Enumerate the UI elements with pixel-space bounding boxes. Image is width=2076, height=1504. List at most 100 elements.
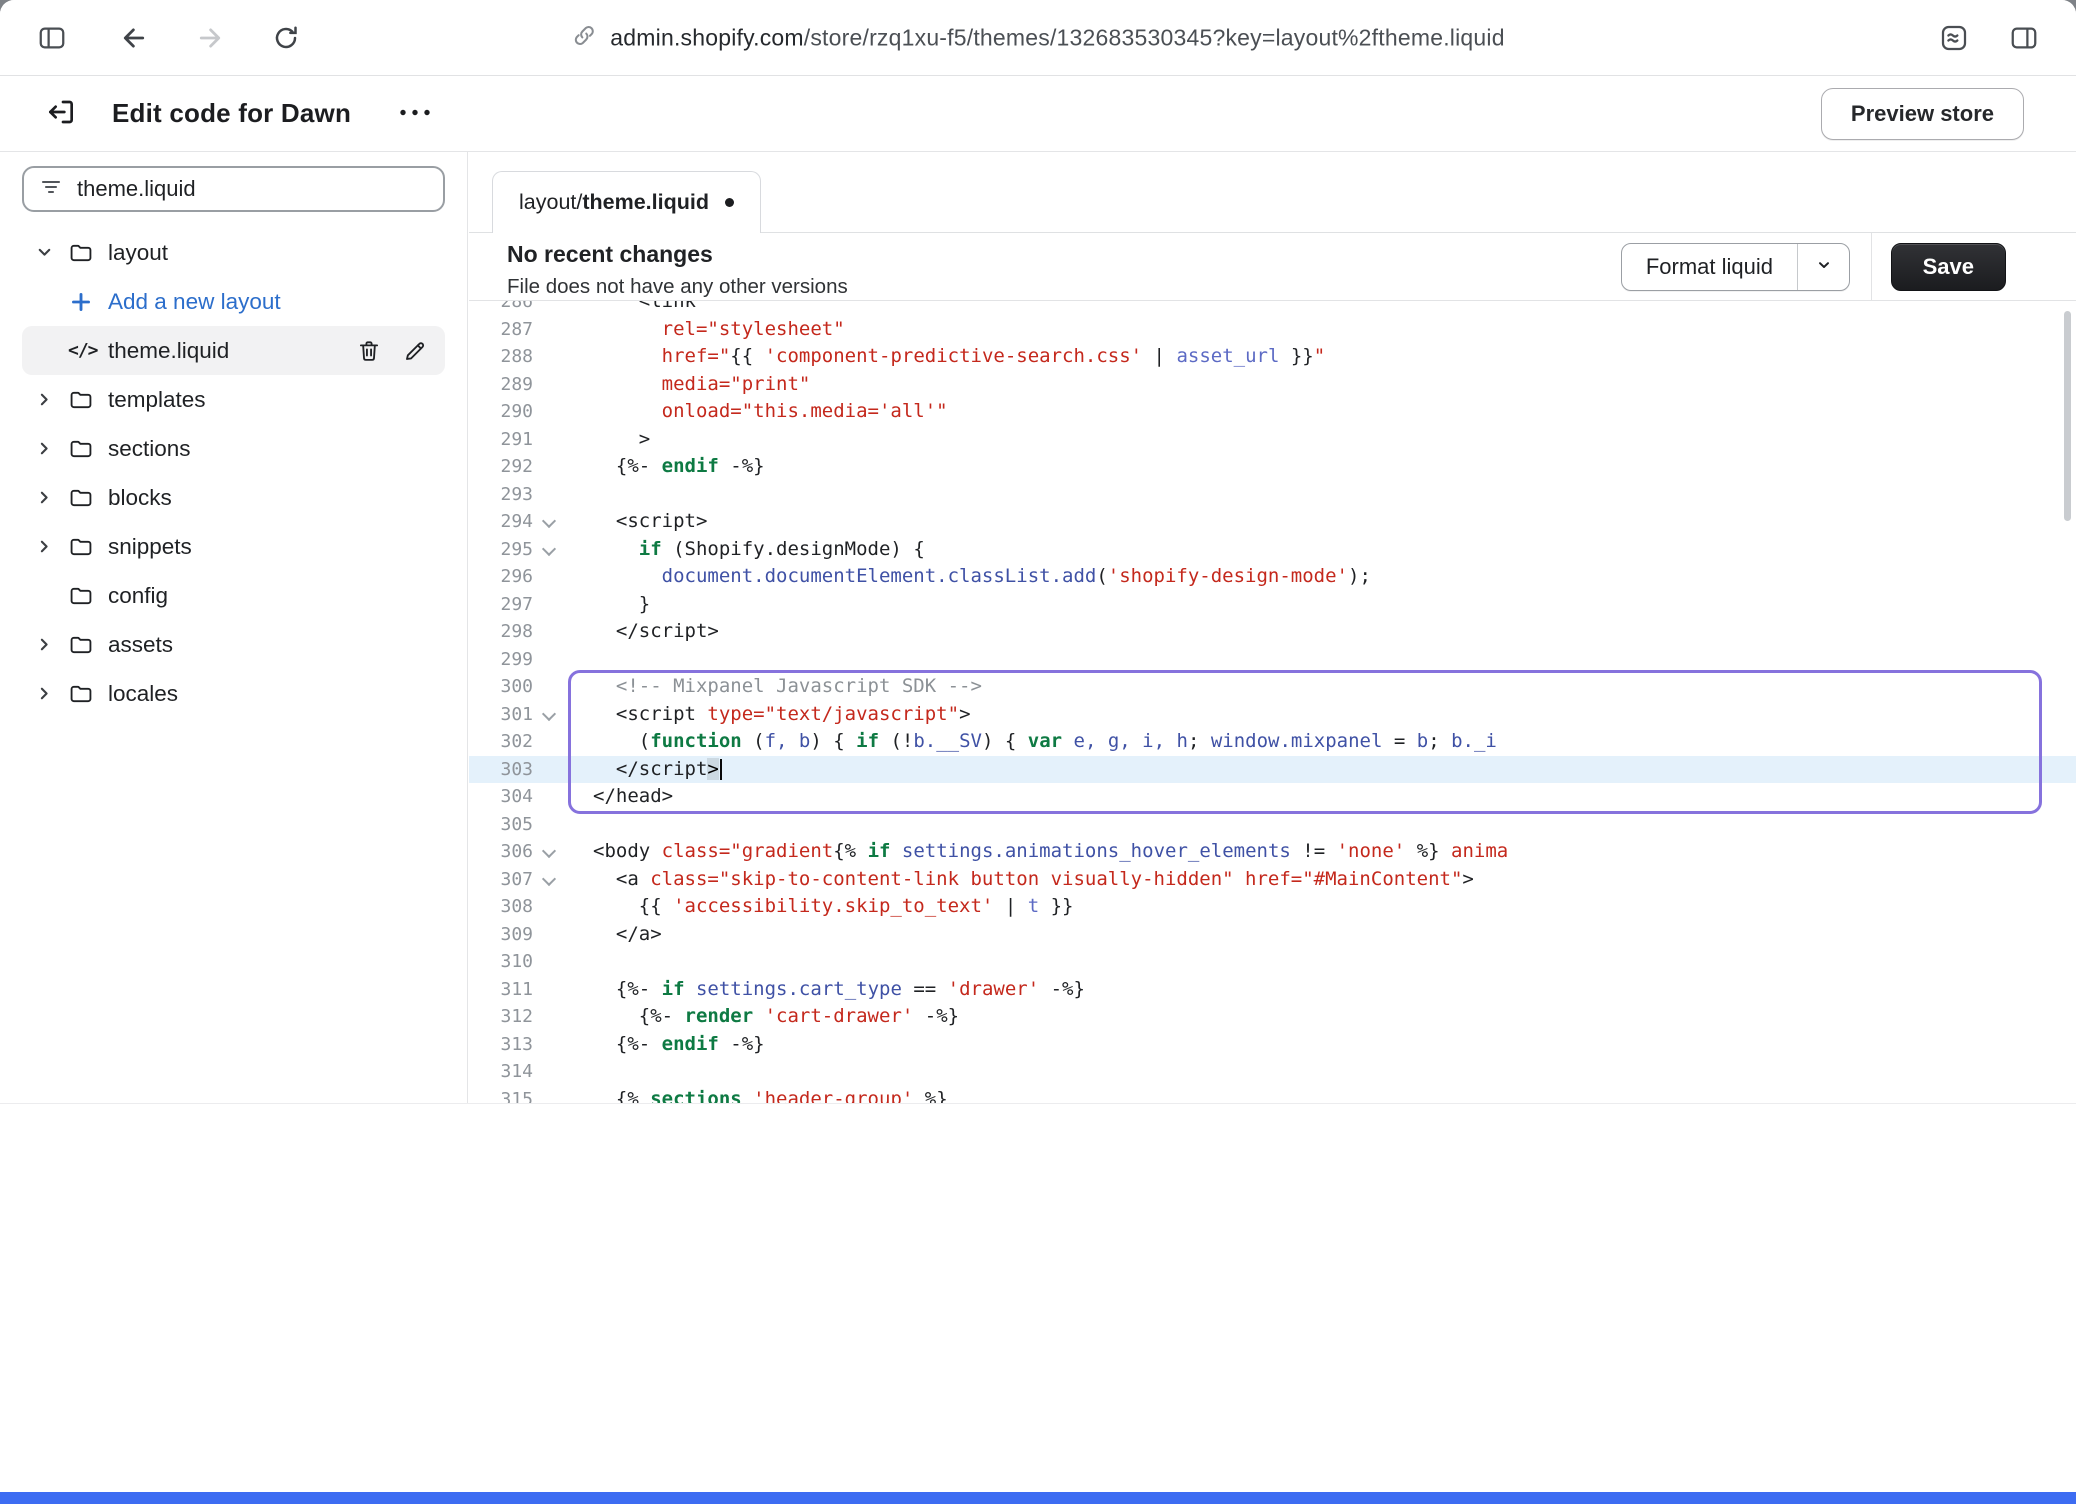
code-line-311[interactable]: 311 {%- if settings.cart_type == 'drawer…: [469, 976, 2076, 1004]
split-view-icon[interactable]: [2006, 20, 2042, 56]
delete-file-button[interactable]: [355, 337, 383, 365]
code-line-300[interactable]: 300 <!-- Mixpanel Javascript SDK -->: [469, 673, 2076, 701]
code-line-302[interactable]: 302 (function (f, b) { if (!b.__SV) { va…: [469, 728, 2076, 756]
sidebar-item-blocks[interactable]: blocks: [22, 473, 445, 522]
fold-spacer: [533, 1031, 567, 1059]
sidebar-item-label: sections: [108, 436, 191, 462]
line-number: 302: [469, 728, 533, 756]
fold-spacer: [533, 646, 567, 674]
tab-layout-theme-liquid[interactable]: layout/theme.liquid: [492, 171, 761, 233]
code-line-306[interactable]: 306<body class="gradient{% if settings.a…: [469, 838, 2076, 866]
line-number: 306: [469, 838, 533, 866]
code-line-293[interactable]: 293: [469, 481, 2076, 509]
status-subtitle: File does not have any other versions: [507, 275, 848, 299]
toolbar-separator: [1871, 233, 1872, 301]
fold-chevron-icon[interactable]: [533, 701, 567, 729]
fold-spacer: [533, 618, 567, 646]
code-line-310[interactable]: 310: [469, 948, 2076, 976]
code-editor[interactable]: 286 <link287 rel="stylesheet"288 href="{…: [469, 301, 2076, 1103]
code-line-309[interactable]: 309 </a>: [469, 921, 2076, 949]
code-text: {%- render 'cart-drawer' -%}: [567, 1003, 2076, 1031]
sidebar-item-assets[interactable]: assets: [22, 620, 445, 669]
code-line-290[interactable]: 290 onload="this.media='all'": [469, 398, 2076, 426]
code-text: </head>: [567, 783, 2076, 811]
code-line-314[interactable]: 314: [469, 1058, 2076, 1086]
code-line-295[interactable]: 295 if (Shopify.designMode) {: [469, 536, 2076, 564]
save-button[interactable]: Save: [1891, 243, 2006, 291]
chevron-right-icon[interactable]: [34, 388, 68, 412]
code-line-286[interactable]: 286 <link: [469, 301, 2076, 316]
chevron-right-icon[interactable]: [34, 633, 68, 657]
code-line-299[interactable]: 299: [469, 646, 2076, 674]
code-line-307[interactable]: 307 <a class="skip-to-content-link butto…: [469, 866, 2076, 894]
chevron-right-icon[interactable]: [34, 682, 68, 706]
line-number: 305: [469, 811, 533, 839]
chevron-spacer: [34, 584, 68, 608]
sidebar-item-sections[interactable]: sections: [22, 424, 445, 473]
back-icon[interactable]: [116, 20, 152, 56]
line-number: 296: [469, 563, 533, 591]
sidebar-item-layout[interactable]: layout: [22, 228, 445, 277]
code-text: </script>: [567, 756, 2076, 784]
folder-icon: [68, 436, 108, 462]
extensions-icon[interactable]: [1936, 20, 1972, 56]
reload-icon[interactable]: [268, 20, 304, 56]
rename-file-button[interactable]: [401, 337, 429, 365]
file-search-box[interactable]: [22, 166, 445, 212]
search-input[interactable]: [77, 176, 428, 202]
fold-chevron-icon[interactable]: [533, 866, 567, 894]
chevron-right-icon[interactable]: [34, 437, 68, 461]
code-line-297[interactable]: 297 }: [469, 591, 2076, 619]
fold-spacer: [533, 371, 567, 399]
code-line-305[interactable]: 305: [469, 811, 2076, 839]
code-text: onload="this.media='all'": [567, 398, 2076, 426]
code-line-303[interactable]: 303 </script>: [469, 756, 2076, 784]
code-text: <script>: [567, 508, 2076, 536]
code-line-296[interactable]: 296 document.documentElement.classList.a…: [469, 563, 2076, 591]
sidebar-item-locales[interactable]: locales: [22, 669, 445, 718]
fold-chevron-icon[interactable]: [533, 536, 567, 564]
code-line-308[interactable]: 308 {{ 'accessibility.skip_to_text' | t …: [469, 893, 2076, 921]
code-line-289[interactable]: 289 media="print": [469, 371, 2076, 399]
code-line-294[interactable]: 294 <script>: [469, 508, 2076, 536]
chevron-down-icon[interactable]: [34, 241, 68, 265]
editor-scrollbar[interactable]: [2064, 311, 2071, 521]
exit-editor-button[interactable]: [40, 93, 82, 135]
plus-icon: [68, 289, 108, 315]
code-line-291[interactable]: 291 >: [469, 426, 2076, 454]
sidebar-item-config[interactable]: config: [22, 571, 445, 620]
code-line-292[interactable]: 292 {%- endif -%}: [469, 453, 2076, 481]
address-bar[interactable]: admin.shopify.com/store/rzq1xu-f5/themes…: [571, 22, 1504, 53]
format-liquid-button[interactable]: Format liquid: [1621, 243, 1850, 291]
code-line-313[interactable]: 313 {%- endif -%}: [469, 1031, 2076, 1059]
sidebar-item-label: layout: [108, 240, 168, 266]
preview-store-button[interactable]: Preview store: [1821, 88, 2024, 140]
more-actions-button[interactable]: [393, 99, 437, 129]
sidebar-item-theme-liquid[interactable]: </>theme.liquid: [22, 326, 445, 375]
code-line-301[interactable]: 301 <script type="text/javascript">: [469, 701, 2076, 729]
sidebar-toggle-icon[interactable]: [34, 20, 70, 56]
chevron-right-icon[interactable]: [34, 486, 68, 510]
file-actions: [355, 337, 445, 365]
fold-spacer: [533, 948, 567, 976]
code-line-315[interactable]: 315 {% sections 'header-group' %}: [469, 1086, 2076, 1104]
fold-chevron-icon[interactable]: [533, 508, 567, 536]
forward-icon[interactable]: [192, 20, 228, 56]
filter-icon: [39, 175, 63, 204]
code-text: >: [567, 426, 2076, 454]
url-text: admin.shopify.com/store/rzq1xu-f5/themes…: [610, 24, 1504, 51]
sidebar-item-snippets[interactable]: snippets: [22, 522, 445, 571]
code-line-312[interactable]: 312 {%- render 'cart-drawer' -%}: [469, 1003, 2076, 1031]
chevron-right-icon[interactable]: [34, 535, 68, 559]
fold-chevron-icon[interactable]: [533, 838, 567, 866]
sidebar-item-templates[interactable]: templates: [22, 375, 445, 424]
fold-spacer: [533, 343, 567, 371]
line-number: 313: [469, 1031, 533, 1059]
sidebar-item-add-a-new-layout[interactable]: Add a new layout: [22, 277, 445, 326]
code-line-288[interactable]: 288 href="{{ 'component-predictive-searc…: [469, 343, 2076, 371]
format-options-toggle[interactable]: [1797, 244, 1849, 290]
tab-label: layout/theme.liquid: [519, 190, 709, 215]
code-line-287[interactable]: 287 rel="stylesheet": [469, 316, 2076, 344]
code-line-298[interactable]: 298 </script>: [469, 618, 2076, 646]
code-line-304[interactable]: 304</head>: [469, 783, 2076, 811]
